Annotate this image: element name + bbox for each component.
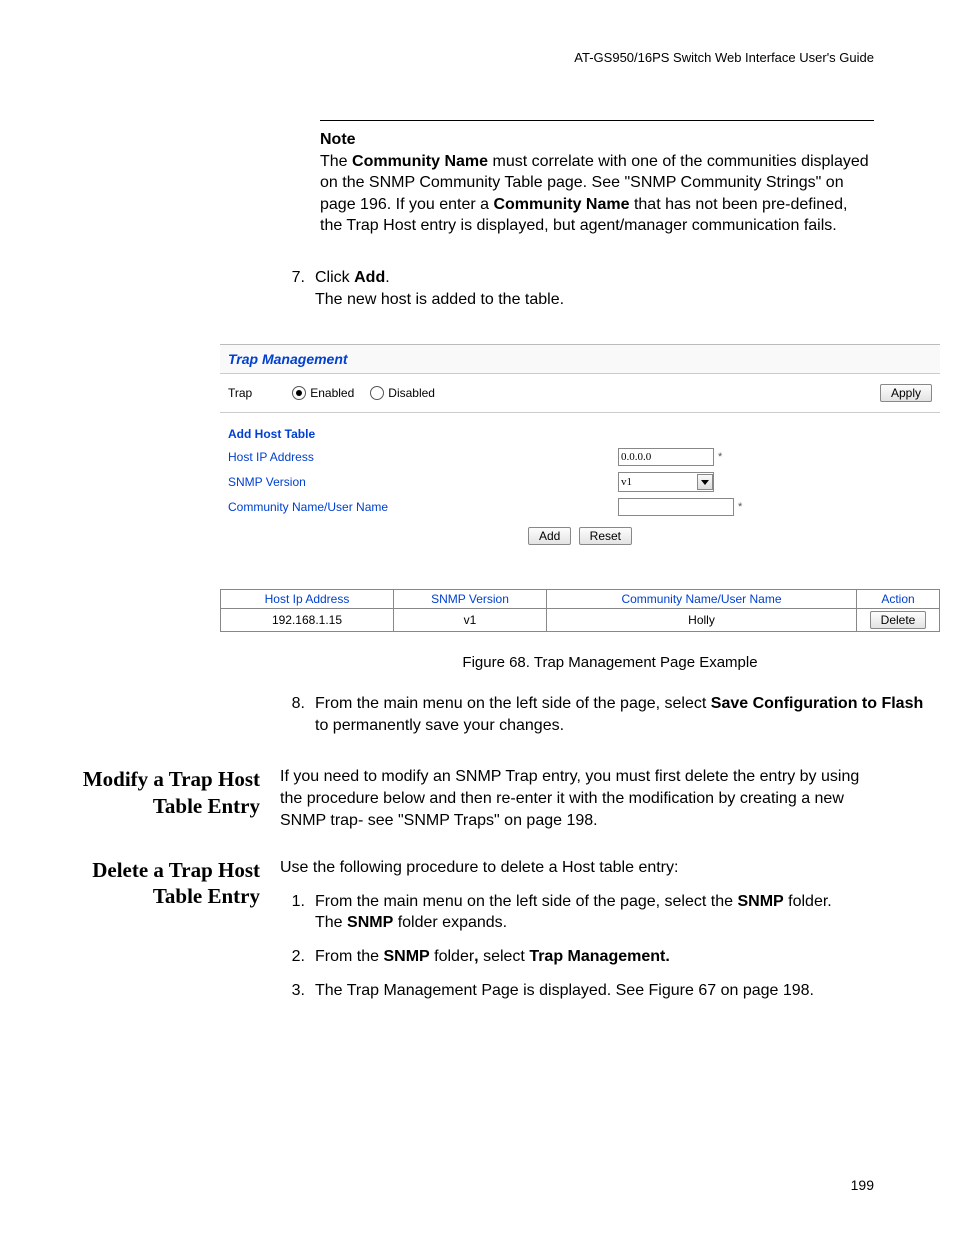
trap-disabled-radio[interactable]: Disabled xyxy=(370,386,435,400)
community-name-input[interactable] xyxy=(618,498,734,516)
table-row: 192.168.1.15 v1 Holly Delete xyxy=(221,609,940,632)
required-icon: * xyxy=(738,501,742,513)
apply-button[interactable]: Apply xyxy=(880,384,932,402)
modify-trap-text: If you need to modify an SNMP Trap entry… xyxy=(280,766,874,831)
th-action: Action xyxy=(857,590,940,609)
snmp-version-label: SNMP Version xyxy=(228,475,618,489)
th-host-ip: Host Ip Address xyxy=(221,590,394,609)
reset-button[interactable]: Reset xyxy=(579,527,632,545)
note-box: Note The Community Name must correlate w… xyxy=(320,120,874,237)
figure-caption: Figure 68. Trap Management Page Example xyxy=(280,654,940,671)
snmp-version-select[interactable]: v1 xyxy=(618,472,714,492)
add-host-heading: Add Host Table xyxy=(220,413,940,445)
step-7: 7. Click Add. The new host is added to t… xyxy=(280,267,874,310)
cell-snmp-version: v1 xyxy=(394,609,547,632)
panel-title: Trap Management xyxy=(228,351,348,367)
delete-step-3: 3. The Trap Management Page is displayed… xyxy=(280,980,874,1002)
add-button[interactable]: Add xyxy=(528,527,571,545)
note-text: The Community Name must correlate with o… xyxy=(320,151,874,237)
page-number: 199 xyxy=(851,1177,874,1193)
step-8: 8. From the main menu on the left side o… xyxy=(280,693,940,736)
host-ip-input[interactable] xyxy=(618,448,714,466)
delete-button[interactable]: Delete xyxy=(870,611,927,629)
delete-intro: Use the following procedure to delete a … xyxy=(280,857,874,879)
trap-enabled-radio[interactable]: Enabled xyxy=(292,386,354,400)
required-icon: * xyxy=(718,451,722,463)
trap-label: Trap xyxy=(228,386,252,400)
community-name-label: Community Name/User Name xyxy=(228,500,618,514)
delete-step-2: 2. From the SNMP folder, select Trap Man… xyxy=(280,946,874,968)
note-heading: Note xyxy=(320,129,874,151)
table-header-row: Host Ip Address SNMP Version Community N… xyxy=(221,590,940,609)
delete-step-1: 1. From the main menu on the left side o… xyxy=(280,891,874,934)
th-community: Community Name/User Name xyxy=(547,590,857,609)
cell-host-ip: 192.168.1.15 xyxy=(221,609,394,632)
cell-community: Holly xyxy=(547,609,857,632)
host-table: Host Ip Address SNMP Version Community N… xyxy=(220,589,940,632)
th-snmp-version: SNMP Version xyxy=(394,590,547,609)
trap-management-screenshot: Trap Management Trap Enabled Disab xyxy=(220,344,940,549)
running-header: AT-GS950/16PS Switch Web Interface User'… xyxy=(80,50,874,65)
chevron-down-icon xyxy=(697,474,713,490)
heading-delete-trap: Delete a Trap Host Table Entry xyxy=(80,857,260,910)
heading-modify-trap: Modify a Trap Host Table Entry xyxy=(80,766,260,819)
host-ip-label: Host IP Address xyxy=(228,450,618,464)
